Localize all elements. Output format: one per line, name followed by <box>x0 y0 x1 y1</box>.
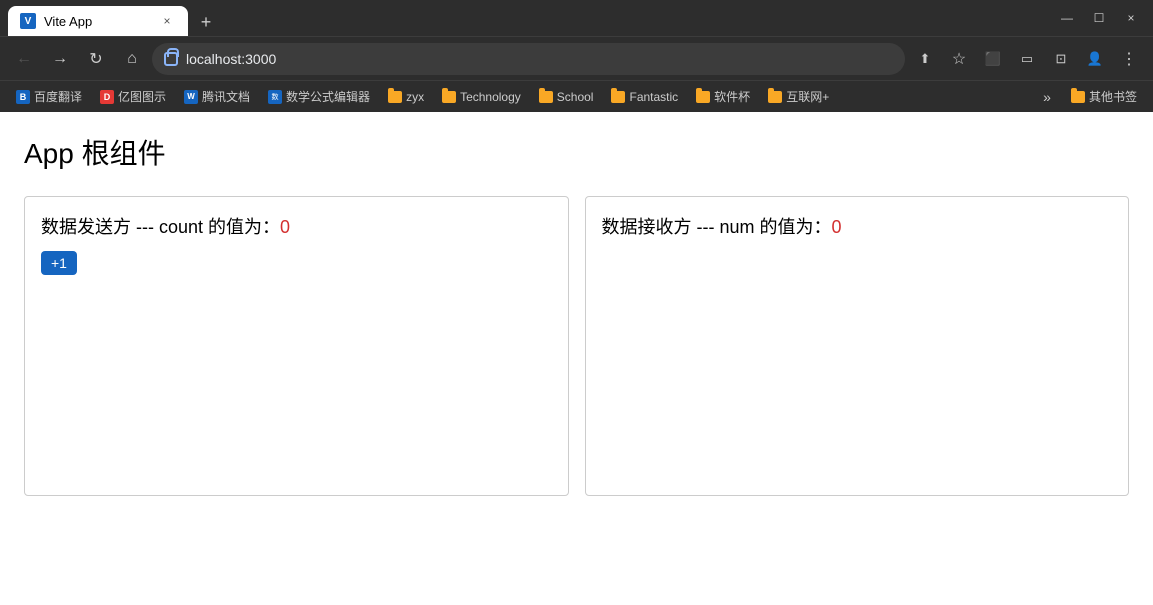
sender-panel-text: 数据发送方 --- count 的值为：0 <box>41 213 552 239</box>
receiver-panel-text: 数据接收方 --- num 的值为：0 <box>602 213 1113 239</box>
share-icon: ⬆ <box>920 51 931 67</box>
home-icon: ⌂ <box>127 50 137 68</box>
url-text: localhost:3000 <box>186 51 893 67</box>
bookmark-school-label: School <box>557 90 594 104</box>
bookmark-star-button[interactable]: ☆ <box>943 43 975 75</box>
home-button[interactable]: ⌂ <box>116 43 148 75</box>
back-icon: ← <box>16 50 32 68</box>
forward-button[interactable]: → <box>44 43 76 75</box>
menu-button[interactable]: ⋮ <box>1113 43 1145 75</box>
bookmark-technology-label: Technology <box>460 90 521 104</box>
sender-count-value: 0 <box>280 217 290 237</box>
profile-button[interactable]: 👤 <box>1079 43 1111 75</box>
folder-software-cup-icon <box>696 91 710 103</box>
minimize-button[interactable]: — <box>1053 4 1081 32</box>
bookmark-yitu-label: 亿图图示 <box>118 88 166 105</box>
menu-icon: ⋮ <box>1121 49 1137 69</box>
lock-icon <box>164 52 178 66</box>
tab-favicon-label: V <box>25 16 32 27</box>
sender-text-prefix: 数据发送方 --- count 的值为： <box>41 217 280 237</box>
active-tab[interactable]: V Vite App × <box>8 6 188 36</box>
baidu-favicon: B <box>16 90 30 104</box>
math-favicon: 数 <box>268 90 282 104</box>
folder-school-icon <box>539 91 553 103</box>
bookmark-tencent-label: 腾讯文档 <box>202 88 250 105</box>
bookmark-zyx-label: zyx <box>406 90 424 104</box>
folder-internet-icon <box>768 91 782 103</box>
bookmarks-overflow-button[interactable]: » <box>1035 85 1059 109</box>
new-tab-button[interactable]: + <box>192 8 220 36</box>
bookmark-baidu-label: 百度翻译 <box>34 88 82 105</box>
tab-strip: V Vite App × + <box>8 0 1045 36</box>
folder-technology-icon <box>442 91 456 103</box>
yitu-favicon: D <box>100 90 114 104</box>
back-button[interactable]: ← <box>8 43 40 75</box>
maximize-button[interactable]: ☐ <box>1085 4 1113 32</box>
bookmark-baidu[interactable]: B 百度翻译 <box>8 85 90 109</box>
receiver-num-value: 0 <box>832 217 842 237</box>
reload-icon: ↻ <box>89 49 102 69</box>
bookmarks-overflow: » 其他书签 <box>1035 85 1145 109</box>
folder-zyx-icon <box>388 91 402 103</box>
tencent-favicon: W <box>184 90 198 104</box>
page-content: App 根组件 数据发送方 --- count 的值为：0 +1 数据接收方 -… <box>0 112 1153 605</box>
profile-icon: 👤 <box>1087 51 1103 67</box>
split-button[interactable]: ⊡ <box>1045 43 1077 75</box>
address-bar[interactable]: localhost:3000 <box>152 43 905 75</box>
page-title: App 根组件 <box>24 132 1129 172</box>
other-bookmarks[interactable]: 其他书签 <box>1063 85 1145 109</box>
folder-fantastic-icon <box>611 91 625 103</box>
tab-title: Vite App <box>44 14 150 29</box>
cast-icon: ▭ <box>1021 51 1033 67</box>
title-bar: V Vite App × + — ☐ × <box>0 0 1153 36</box>
other-bookmarks-folder-icon <box>1071 91 1085 103</box>
extension-icon: ⬛ <box>985 51 1001 67</box>
forward-icon: → <box>52 50 68 68</box>
toolbar: ← → ↻ ⌂ localhost:3000 ⬆ ☆ ⬛ ▭ <box>0 36 1153 80</box>
bookmark-school[interactable]: School <box>531 85 602 109</box>
increment-button[interactable]: +1 <box>41 251 77 275</box>
bookmark-tencent[interactable]: W 腾讯文档 <box>176 85 258 109</box>
window-close-button[interactable]: × <box>1117 4 1145 32</box>
bookmark-software-cup-label: 软件杯 <box>714 88 750 105</box>
bookmark-zyx[interactable]: zyx <box>380 85 432 109</box>
cast-button[interactable]: ▭ <box>1011 43 1043 75</box>
receiver-text-prefix: 数据接收方 --- num 的值为： <box>602 217 832 237</box>
bookmark-technology[interactable]: Technology <box>434 85 529 109</box>
panels-container: 数据发送方 --- count 的值为：0 +1 数据接收方 --- num 的… <box>24 196 1129 496</box>
bookmarks-bar: B 百度翻译 D 亿图图示 W 腾讯文档 数 数学公式编辑器 zyx Techn… <box>0 80 1153 112</box>
title-bar-controls: — ☐ × <box>1053 4 1145 32</box>
share-button[interactable]: ⬆ <box>909 43 941 75</box>
bookmark-internet[interactable]: 互联网+ <box>760 85 837 109</box>
browser-window: V Vite App × + — ☐ × ← → ↻ ⌂ localhos <box>0 0 1153 605</box>
bookmark-software-cup[interactable]: 软件杯 <box>688 85 758 109</box>
split-icon: ⊡ <box>1056 51 1067 67</box>
bookmark-yitu[interactable]: D 亿图图示 <box>92 85 174 109</box>
reload-button[interactable]: ↻ <box>80 43 112 75</box>
tab-favicon: V <box>20 13 36 29</box>
overflow-icon: » <box>1043 89 1051 105</box>
extension-button[interactable]: ⬛ <box>977 43 1009 75</box>
toolbar-right: ⬆ ☆ ⬛ ▭ ⊡ 👤 ⋮ <box>909 43 1145 75</box>
sender-panel: 数据发送方 --- count 的值为：0 +1 <box>24 196 569 496</box>
star-icon: ☆ <box>952 49 966 69</box>
bookmark-fantastic[interactable]: Fantastic <box>603 85 686 109</box>
other-bookmarks-label: 其他书签 <box>1089 88 1137 105</box>
bookmark-math[interactable]: 数 数学公式编辑器 <box>260 85 378 109</box>
bookmark-fantastic-label: Fantastic <box>629 90 678 104</box>
receiver-panel: 数据接收方 --- num 的值为：0 <box>585 196 1130 496</box>
bookmark-math-label: 数学公式编辑器 <box>286 88 370 105</box>
bookmark-internet-label: 互联网+ <box>786 88 829 105</box>
tab-close-button[interactable]: × <box>158 12 176 30</box>
